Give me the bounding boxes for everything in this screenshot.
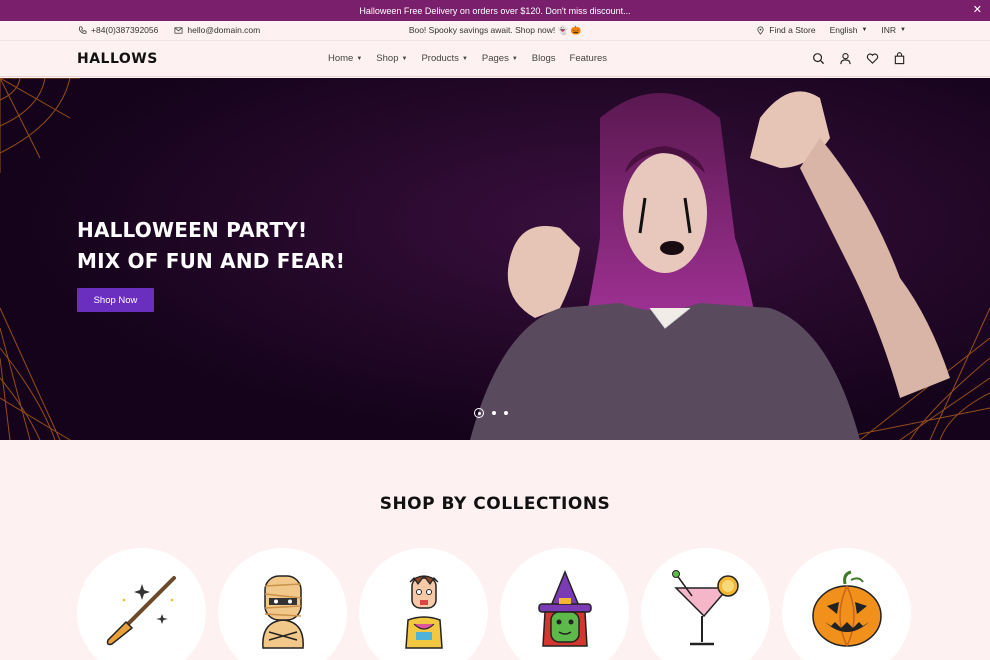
- language-label: English: [829, 25, 858, 35]
- logo[interactable]: HALLOWS: [77, 51, 158, 67]
- slider-dots: [474, 408, 508, 418]
- mummy-icon: [261, 575, 304, 649]
- collection-broom[interactable]: [77, 548, 206, 660]
- cart-bag-icon[interactable]: [893, 52, 906, 65]
- collections-title: SHOP BY COLLECTIONS: [379, 494, 611, 514]
- hero-title-line2: MIX OF FUN AND FEAR!: [77, 249, 346, 273]
- collections-section: SHOP BY COLLECTIONS: [0, 440, 990, 660]
- location-pin-icon: [757, 26, 764, 35]
- collection-zombie[interactable]: [359, 548, 488, 660]
- nav-label: Home: [328, 53, 354, 64]
- hero-title-line1: HALLOWEEN PARTY!: [77, 218, 308, 242]
- slide-dot-1[interactable]: [474, 408, 484, 418]
- search-icon[interactable]: [812, 52, 825, 65]
- nav-products[interactable]: Products ▼: [421, 53, 467, 64]
- chevron-down-icon: ▼: [900, 27, 906, 33]
- nav-home[interactable]: Home ▼: [328, 53, 362, 64]
- heart-icon[interactable]: [866, 52, 879, 65]
- language-select[interactable]: English ▼: [830, 25, 868, 35]
- pumpkin-icon: [811, 570, 882, 647]
- account-icon[interactable]: [839, 52, 852, 65]
- collection-witch[interactable]: [500, 548, 629, 660]
- slide-dot-3[interactable]: [504, 411, 508, 415]
- chevron-down-icon: ▼: [356, 55, 363, 62]
- chevron-down-icon: ▼: [511, 55, 518, 62]
- nav-shop[interactable]: Shop ▼: [376, 53, 407, 64]
- shop-now-button[interactable]: Shop Now: [77, 288, 154, 312]
- announcement-text: Halloween Free Delivery on orders over $…: [359, 5, 631, 16]
- collection-mummy[interactable]: [218, 548, 347, 660]
- witch-broom-icon: [106, 576, 176, 646]
- nav-label: Features: [569, 53, 608, 64]
- currency-select[interactable]: INR ▼: [881, 25, 906, 35]
- top-bar: +84(0)387392056 hello@domain.com Boo! Sp…: [0, 21, 990, 41]
- currency-label: INR: [881, 25, 897, 35]
- witch-icon: [537, 570, 592, 647]
- nav-label: Shop: [376, 53, 399, 64]
- nav-label: Products: [421, 53, 459, 64]
- slide-dot-2[interactable]: [492, 411, 496, 415]
- announcement-bar: Halloween Free Delivery on orders over $…: [0, 0, 990, 21]
- nav-pages[interactable]: Pages ▼: [482, 53, 518, 64]
- cocktail-icon: [671, 570, 739, 646]
- nav-label: Pages: [481, 53, 509, 64]
- zombie-icon: [404, 575, 443, 649]
- nav-features[interactable]: Features: [570, 53, 608, 64]
- chevron-down-icon: ▼: [461, 55, 468, 62]
- hero-banner: HALLOWEEN PARTY! MIX OF FUN AND FEAR! Sh…: [0, 78, 990, 440]
- chevron-down-icon: ▼: [861, 27, 868, 33]
- find-store-link[interactable]: Find a Store: [756, 25, 816, 35]
- nav-blogs[interactable]: Blogs: [532, 53, 556, 64]
- collection-pumpkin[interactable]: [782, 548, 911, 660]
- close-icon[interactable]: ✕: [973, 3, 982, 16]
- chevron-down-icon: ▼: [401, 55, 408, 62]
- site-header: HALLOWS Home ▼ Shop ▼ Products ▼ Pages ▼ Blo…: [0, 41, 990, 77]
- main-nav: Home ▼ Shop ▼ Products ▼ Pages ▼ Blogs Featu…: [328, 53, 607, 64]
- find-store-label: Find a Store: [769, 25, 816, 35]
- collection-cocktail[interactable]: [641, 548, 770, 660]
- nav-label: Blogs: [531, 53, 556, 64]
